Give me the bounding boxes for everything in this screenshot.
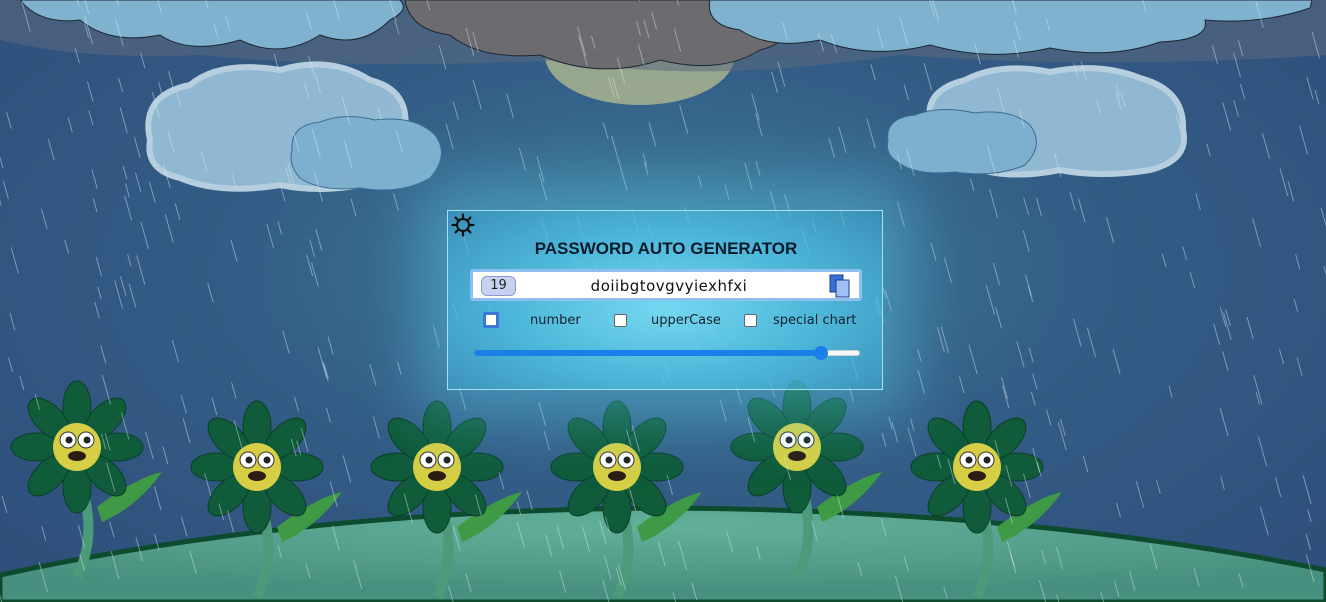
uppercase-label: upperCase xyxy=(651,313,721,328)
special-chart-label: special chart xyxy=(773,313,857,328)
password-text[interactable]: doiibgtovgvyiexhfxi xyxy=(473,276,865,296)
length-slider[interactable] xyxy=(474,346,860,360)
gear-icon[interactable] xyxy=(451,213,475,237)
page-title: PASSWORD AUTO GENERATOR xyxy=(534,239,798,258)
password-output-field[interactable]: 19 doiibgtovgvyiexhfxi xyxy=(470,269,862,301)
slider-fill xyxy=(474,350,821,356)
number-checkbox[interactable] xyxy=(483,312,499,328)
slider-thumb[interactable] xyxy=(814,346,828,360)
options-row: number upperCase special chart xyxy=(448,311,884,335)
password-generator-panel: PASSWORD AUTO GENERATOR 19 doiibgtovgvyi… xyxy=(447,210,883,390)
number-label: number xyxy=(530,313,581,328)
copy-icon[interactable] xyxy=(829,274,851,298)
uppercase-checkbox[interactable] xyxy=(614,314,627,327)
special-chart-checkbox[interactable] xyxy=(744,314,757,327)
